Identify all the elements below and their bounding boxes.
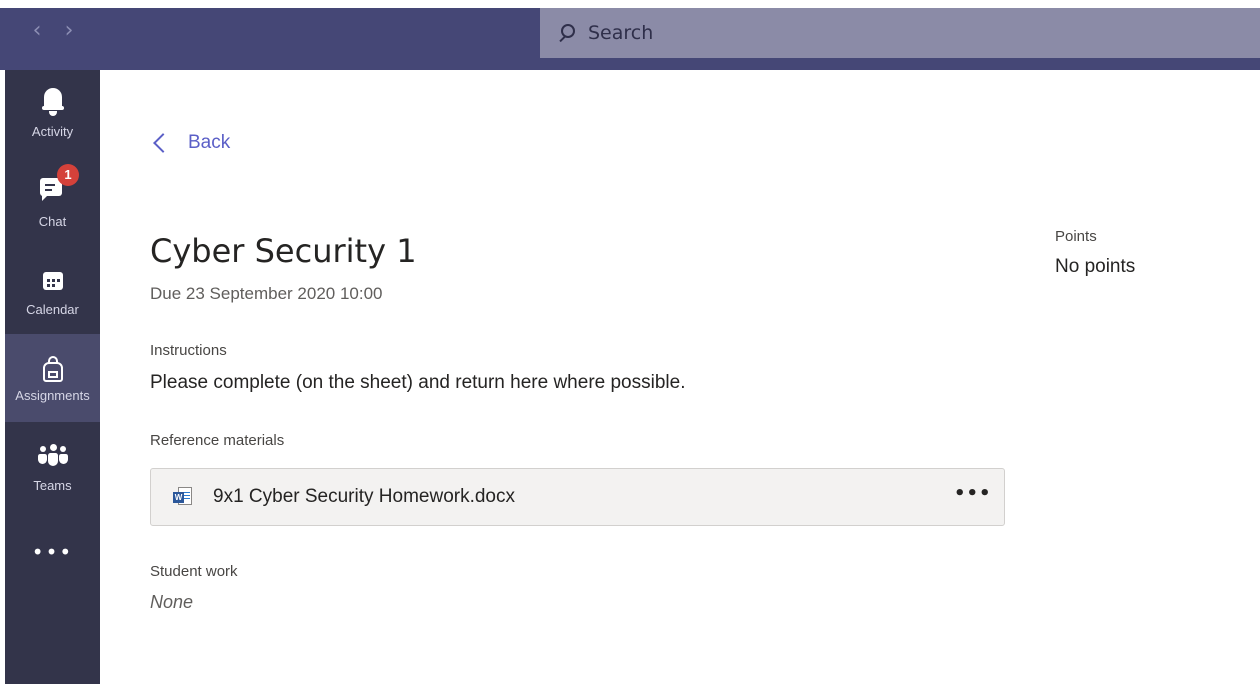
reference-materials-heading: Reference materials xyxy=(150,432,285,449)
rail-item-teams[interactable]: Teams xyxy=(5,422,100,510)
rail-item-activity[interactable]: Activity xyxy=(5,70,100,158)
instructions-heading: Instructions xyxy=(150,342,227,359)
points-value: No points xyxy=(1055,256,1136,277)
rail-more-apps-icon[interactable]: ••• xyxy=(5,540,100,564)
file-more-options-icon[interactable]: ••• xyxy=(954,483,991,511)
rail-item-label: Calendar xyxy=(26,302,79,317)
search-input[interactable]: Search xyxy=(540,8,1260,58)
calendar-icon xyxy=(42,270,63,290)
rail-item-label: Teams xyxy=(33,478,72,493)
rail-item-label: Activity xyxy=(31,124,74,139)
word-doc-icon: W xyxy=(173,487,193,509)
assignment-title: Cyber Security 1 xyxy=(150,232,417,270)
backpack-icon xyxy=(42,356,63,382)
rail-item-label: Chat xyxy=(38,214,67,229)
reference-file-name[interactable]: 9x1 Cyber Security Homework.docx xyxy=(213,486,515,508)
nav-forward-arrow-icon[interactable]: › xyxy=(57,16,81,46)
points-heading: Points xyxy=(1055,228,1097,245)
nav-back-arrow-icon[interactable]: ‹ xyxy=(25,16,49,46)
title-bar-top-edge xyxy=(0,0,1260,8)
instructions-text: Please complete (on the sheet) and retur… xyxy=(150,372,686,393)
search-icon xyxy=(558,22,580,44)
rail-item-calendar[interactable]: Calendar xyxy=(5,246,100,334)
bell-icon xyxy=(41,88,64,116)
student-work-value: None xyxy=(150,592,194,612)
due-date: Due 23 September 2020 10:00 xyxy=(150,284,383,303)
rail-item-assignments[interactable]: Assignments xyxy=(5,334,100,422)
chevron-left-icon xyxy=(153,133,173,153)
rail-item-label: Assignments xyxy=(15,388,90,403)
back-label: Back xyxy=(188,132,231,153)
back-button[interactable]: Back xyxy=(150,128,230,158)
search-placeholder: Search xyxy=(588,22,654,44)
student-work-heading: Student work xyxy=(150,563,238,580)
chat-unread-badge: 1 xyxy=(57,164,79,186)
reference-file-card[interactable]: W 9x1 Cyber Security Homework.docx ••• xyxy=(150,468,1005,526)
teams-icon xyxy=(37,444,68,466)
rail-item-chat[interactable]: 1 Chat xyxy=(5,158,100,246)
